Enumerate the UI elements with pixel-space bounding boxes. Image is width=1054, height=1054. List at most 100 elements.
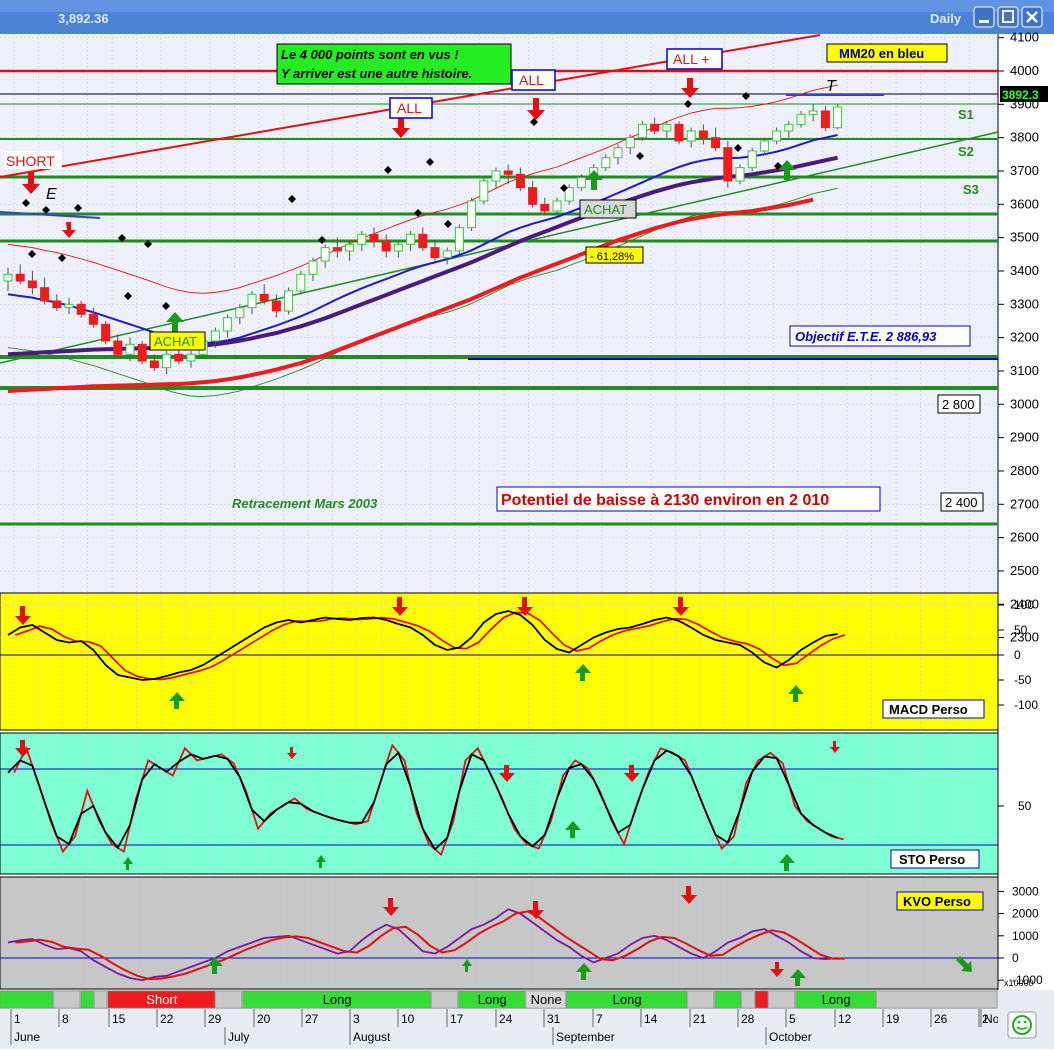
candle-body — [345, 243, 355, 252]
candle-body — [406, 233, 416, 245]
candle-body — [833, 106, 843, 129]
y-tick-label: 3500 — [1010, 230, 1039, 245]
month-label: September — [556, 1030, 615, 1044]
macd-name-text: MACD Perso — [889, 702, 968, 717]
candle-body — [235, 307, 245, 319]
candle-body — [454, 227, 464, 252]
x-tick-label: 12 — [838, 1012, 852, 1026]
strip-segment — [687, 990, 715, 1009]
s3-label: S3 — [963, 182, 979, 197]
strip-segment — [876, 990, 998, 1009]
y-tick-label: 3000 — [1010, 396, 1039, 411]
retracement-text: Retracement Mars 2003 — [232, 496, 378, 511]
achat-text-2: ACHAT — [584, 202, 627, 217]
candle-body — [467, 200, 477, 229]
candle-body — [528, 187, 538, 205]
short-text: SHORT — [6, 153, 55, 169]
candle-body — [503, 170, 513, 175]
all-text-1: ALL — [397, 100, 422, 116]
headline-line2: Y arriver est une autre histoire. — [281, 66, 472, 81]
candle-body — [723, 147, 733, 182]
minimize-icon — [979, 20, 989, 23]
strip-segment-label: Long — [822, 992, 851, 1007]
strip-segment-label: Short — [146, 992, 177, 1007]
candle-body — [540, 203, 550, 212]
candle-body — [162, 353, 172, 369]
x-tick-label: 22 — [160, 1012, 174, 1026]
objectif-text: Objectif E.T.E. 2 886,93 — [795, 329, 937, 344]
candle-body — [320, 247, 330, 262]
candle-body — [698, 130, 708, 139]
potentiel-text: Potentiel de baisse à 2130 environ en 2 … — [501, 492, 829, 509]
mm20-text: MM20 en bleu — [839, 46, 924, 61]
candle-body — [711, 137, 721, 149]
month-label: June — [14, 1030, 40, 1044]
y-tick-label: 0 — [1014, 648, 1021, 662]
strip-segment — [741, 990, 755, 1009]
x-tick-label: 10 — [401, 1012, 415, 1026]
y-tick-label: -100 — [1014, 698, 1038, 712]
sto-name-label: STO Perso — [890, 849, 980, 869]
last-price-badge: 3892.3 — [1000, 86, 1048, 102]
candle-body — [808, 110, 818, 115]
candle-body — [552, 200, 562, 212]
last-price-text: 3892.3 — [1002, 88, 1039, 102]
candle-body — [113, 340, 123, 355]
candle-body — [223, 317, 233, 332]
candle-body — [820, 110, 830, 129]
candle-body — [747, 150, 757, 169]
achat-label-1: ACHAT — [149, 331, 206, 351]
candle-body — [564, 187, 574, 202]
all-text-2: ALL — [519, 72, 544, 88]
x-tick-label: 17 — [450, 1012, 464, 1026]
candle-body — [430, 247, 440, 259]
wave-e-label: E — [46, 186, 57, 203]
y-tick-label: 1000 — [1012, 929, 1039, 943]
candle-body — [247, 293, 257, 309]
wave-t-label: T — [826, 78, 837, 95]
all-plus-label: ALL + — [666, 48, 723, 70]
candle-body — [686, 130, 696, 142]
candle-body — [784, 123, 794, 132]
chart-window: 3,892.36 Daily Le 4 000 points sont en v… — [0, 0, 1054, 1049]
y-tick-label: 4100 — [1010, 30, 1039, 45]
y-tick-label: 3800 — [1010, 130, 1039, 145]
x-tick-label: 28 — [741, 1012, 755, 1026]
month-label: August — [353, 1030, 391, 1044]
y-tick-label: 50 — [1018, 799, 1032, 813]
signal-strip: Short Long Long None Long Long — [0, 990, 998, 1009]
candle-body — [613, 147, 623, 159]
candle-body — [149, 360, 159, 369]
smiley-button[interactable] — [1007, 1011, 1037, 1039]
x-tick-label: 1 — [14, 1012, 21, 1026]
fib-text: - 61,28% — [590, 251, 634, 263]
candle-body — [735, 167, 745, 182]
potentiel-label: Potentiel de baisse à 2130 environ en 2 … — [496, 486, 881, 512]
candle-body — [357, 233, 367, 245]
candle-body — [137, 343, 147, 362]
candle-body — [369, 233, 379, 242]
y-tick-label: 50 — [1014, 623, 1028, 637]
maximize-button[interactable] — [997, 6, 1019, 28]
x-tick-label: 20 — [257, 1012, 271, 1026]
achat-text-1: ACHAT — [154, 334, 197, 349]
y-tick-label: -50 — [1014, 673, 1032, 687]
smiley-icon — [1012, 1015, 1032, 1035]
candle-body — [674, 123, 684, 142]
mm20-label: MM20 en bleu — [826, 43, 948, 63]
candle-body — [76, 303, 86, 315]
y-tick-label: 3000 — [1012, 884, 1039, 898]
strip-segment — [53, 990, 81, 1009]
fib-label: - 61,28% — [585, 246, 644, 264]
y-tick-label: 3200 — [1010, 330, 1039, 345]
candle-body — [393, 243, 403, 252]
minimize-button[interactable] — [973, 6, 995, 28]
strip-segment-label: Long — [613, 992, 642, 1007]
title-value: 3,892.36 — [58, 11, 109, 26]
candle-body — [576, 177, 586, 189]
x-tick-label: 8 — [62, 1012, 69, 1026]
candle-body — [101, 323, 111, 342]
close-button[interactable] — [1021, 6, 1043, 28]
x-tick-label: 31 — [547, 1012, 561, 1026]
timeframe-label: Daily — [930, 11, 962, 26]
